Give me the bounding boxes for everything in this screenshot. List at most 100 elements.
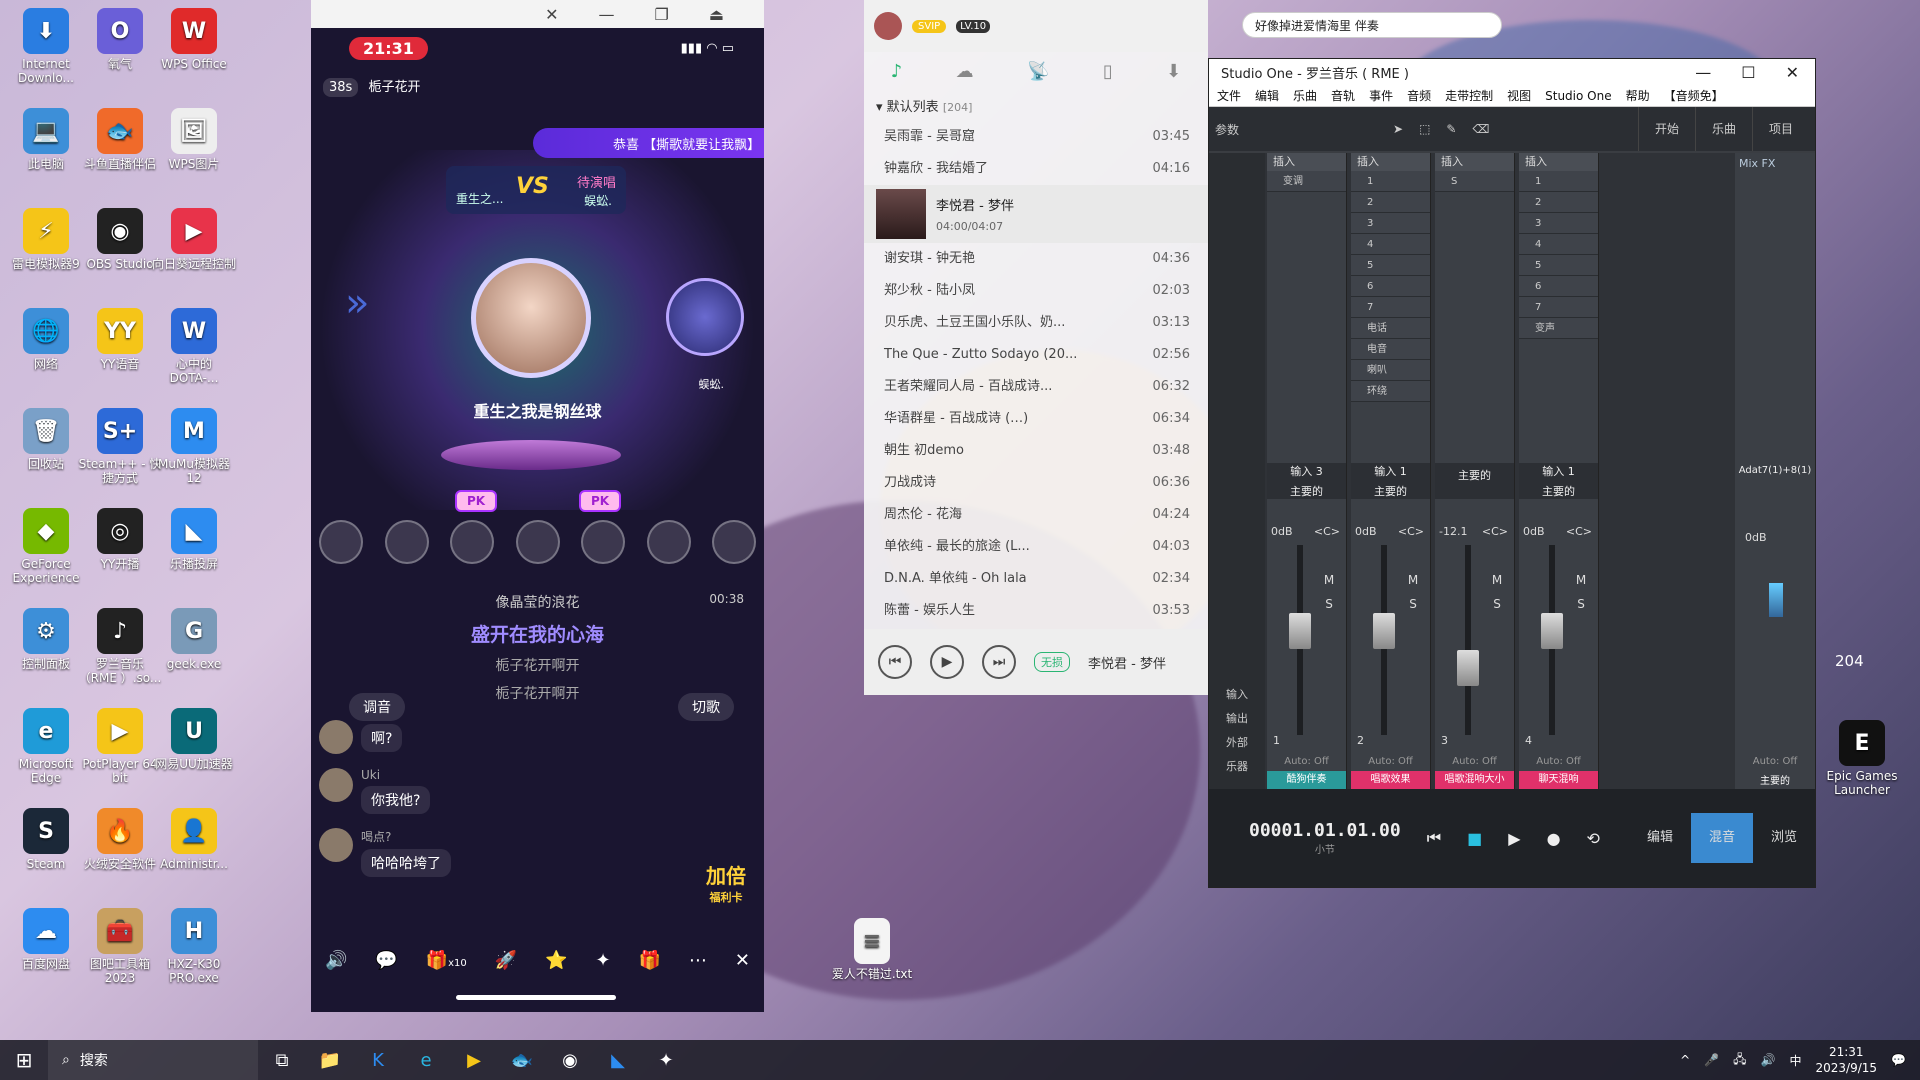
insert-slot[interactable]: 4 [1351, 234, 1430, 255]
user-avatar[interactable] [874, 12, 902, 40]
insert-slot[interactable]: 7 [1519, 297, 1598, 318]
play-icon[interactable]: ▶ [930, 645, 964, 679]
insert-slot[interactable]: 喇叭 [1351, 360, 1430, 381]
play-icon[interactable]: ▶ [1508, 829, 1520, 848]
menu-item[interactable]: 文件 [1217, 87, 1241, 104]
menu-item[interactable]: Studio One [1545, 89, 1611, 103]
channel-automation[interactable]: Auto: Off [1351, 756, 1430, 767]
playlist-header[interactable]: ▾ 默认列表 [204] [864, 90, 1208, 121]
gift-x10-icon[interactable]: 🎁x10 [426, 950, 467, 971]
badge-icon[interactable]: ⭐ [545, 950, 567, 971]
chat-icon[interactable]: 💬 [375, 950, 397, 971]
insert-slot[interactable]: 7 [1351, 297, 1430, 318]
windows-start-icon[interactable]: ⊞ [0, 1040, 48, 1080]
singer-avatar[interactable] [471, 258, 591, 378]
arrow-tool-icon[interactable]: ➤ [1393, 122, 1403, 136]
desktop-icon[interactable]: U 网易UU加速器 [152, 708, 236, 771]
page-tab[interactable]: 开始 [1637, 107, 1695, 151]
taskbar-search[interactable]: ⌕ 搜索 [48, 1040, 258, 1080]
menu-item[interactable]: 编辑 [1255, 87, 1279, 104]
insert-header[interactable]: 插入 [1435, 153, 1514, 171]
insert-slot[interactable]: 变声 [1519, 318, 1598, 339]
channel-input[interactable]: 输入 1 主要的 [1351, 463, 1430, 499]
insert-header[interactable]: 插入 [1351, 153, 1430, 171]
close-icon[interactable]: ✕ [545, 5, 558, 24]
insert-slot[interactable]: 2 [1351, 192, 1430, 213]
music-note-icon[interactable]: ♪ [891, 61, 903, 82]
page-tab[interactable]: 乐曲 [1694, 107, 1752, 151]
douyu-icon[interactable]: 🐟 [498, 1040, 546, 1080]
channel-automation[interactable]: Auto: Off [1519, 756, 1598, 767]
task-view-icon[interactable]: ⧉ [258, 1040, 306, 1080]
close-icon[interactable]: ✕ [735, 950, 750, 971]
channel-name[interactable]: 唱歌效果 [1351, 771, 1430, 789]
clock[interactable]: 21:31 2023/9/15 [1816, 1044, 1878, 1076]
loop-icon[interactable]: ⟲ [1587, 829, 1600, 848]
song-row[interactable]: 陈蕾 - 娱乐人生 03:53 [864, 595, 1208, 627]
channel-pan[interactable]: <C> [1482, 525, 1508, 538]
desktop-file[interactable]: ≡ 爱人不错过.txt [830, 918, 914, 981]
desktop-icon[interactable]: 🗑 回收站 [4, 408, 88, 471]
seat[interactable] [646, 520, 691, 564]
side-label[interactable]: 乐器 [1209, 755, 1265, 779]
previous-icon[interactable]: ⏮ [878, 645, 912, 679]
desktop-icon[interactable]: ◣ 乐播投屏 [152, 508, 236, 571]
pin-icon[interactable]: ⏏ [709, 5, 724, 24]
desktop-icon[interactable]: ◆ GeForce Experience [4, 508, 88, 585]
solo-button[interactable]: S [1572, 595, 1590, 613]
fader-handle[interactable] [1541, 612, 1563, 649]
song-row[interactable]: 谢安琪 - 钟无艳 04:36 [864, 243, 1208, 275]
channel-pan[interactable]: <C> [1398, 525, 1424, 538]
desktop-icon[interactable]: ◉ OBS Studio [78, 208, 162, 271]
desktop-icon[interactable]: ▶ PotPlayer 64 bit [78, 708, 162, 785]
channel-name[interactable]: 唱歌混响大小 [1435, 771, 1514, 789]
song-row[interactable]: D.N.A. 单依纯 - Oh lala 02:34 [864, 563, 1208, 595]
desktop-icon[interactable]: 🐟 斗鱼直播伴侣 [78, 108, 162, 171]
solo-button[interactable]: S [1404, 595, 1422, 613]
insert-slot[interactable]: 6 [1519, 276, 1598, 297]
insert-slot[interactable]: 2 [1519, 192, 1598, 213]
file-explorer-icon[interactable]: 📁 [306, 1040, 354, 1080]
potplayer-icon[interactable]: ▶ [450, 1040, 498, 1080]
desktop-icon[interactable]: 🧰 图吧工具箱2023 [78, 908, 162, 985]
kugou-icon[interactable]: K [354, 1040, 402, 1080]
double-card-badge[interactable]: 加倍 福利卡 [706, 860, 746, 905]
channel-automation[interactable]: Auto: Off [1435, 756, 1514, 767]
insert-slot[interactable]: 6 [1351, 276, 1430, 297]
minimize-icon[interactable]: — [599, 5, 615, 24]
insert-header[interactable]: 插入 [1519, 153, 1598, 171]
more-icon[interactable]: ⋯ [689, 950, 707, 971]
restore-icon[interactable]: ❐ [655, 5, 669, 24]
chat-avatar[interactable] [319, 768, 353, 802]
channel-input[interactable]: 输入 1 主要的 [1519, 463, 1598, 499]
seat[interactable] [712, 520, 756, 564]
fader-handle[interactable] [1457, 650, 1479, 686]
insert-slot[interactable]: 环绕 [1351, 381, 1430, 402]
desktop-icon[interactable]: W 心中的DOTA-... [152, 308, 236, 385]
voice-icon[interactable]: 🔊 [325, 950, 347, 971]
insert-header[interactable]: 插入 [1267, 153, 1346, 171]
active-song-row[interactable]: 李悦君 - 梦伴 04:00/04:07 [864, 185, 1208, 243]
present-icon[interactable]: 🎁 [639, 950, 661, 971]
desktop-icon[interactable]: ⚙ 控制面板 [4, 608, 88, 671]
eraser-tool-icon[interactable]: ⌫ [1472, 122, 1489, 136]
song-row[interactable]: 郑少秋 - 陆小凤 02:03 [864, 275, 1208, 307]
network-icon[interactable]: 🖧 [1733, 1050, 1746, 1071]
next-icon[interactable]: ⏭ [982, 645, 1016, 679]
insert-slot[interactable]: 3 [1519, 213, 1598, 234]
insert-slot[interactable]: 电音 [1351, 339, 1430, 360]
menu-item[interactable]: 视图 [1507, 87, 1531, 104]
menu-item[interactable]: 帮助 [1626, 87, 1650, 104]
song-row[interactable]: 单依纯 - 最长的旅途 (L... 04:03 [864, 531, 1208, 563]
master-fader[interactable] [1769, 583, 1783, 617]
desktop-icon[interactable]: ◎ YY开播 [78, 508, 162, 571]
insert-slot[interactable]: 5 [1519, 255, 1598, 276]
radio-icon[interactable]: 📡 [1027, 61, 1049, 82]
view-tab[interactable]: 编辑 [1629, 813, 1691, 863]
music-search-input[interactable]: 好像掉进爱情海里 伴奏 [1242, 12, 1502, 38]
menu-item[interactable]: 乐曲 [1293, 87, 1317, 104]
song-row[interactable]: 刀战成诗 06:36 [864, 467, 1208, 499]
side-label[interactable]: 外部 [1209, 731, 1265, 755]
minimize-icon[interactable]: — [1695, 63, 1711, 82]
seat[interactable] [581, 520, 625, 564]
